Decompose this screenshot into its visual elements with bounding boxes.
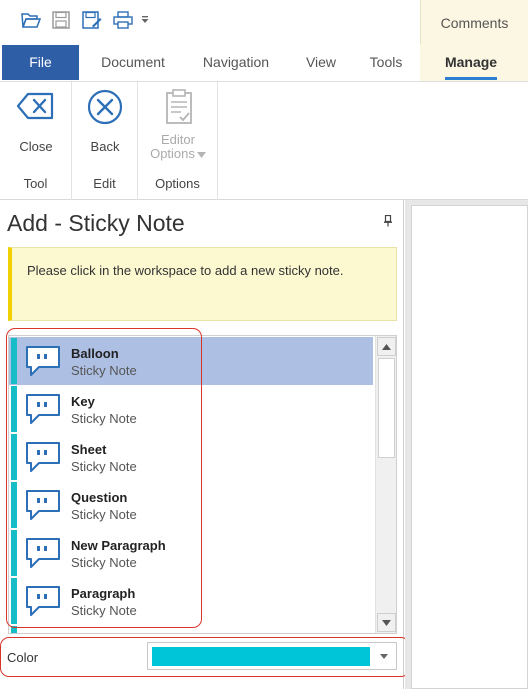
close-button[interactable]: Close [6, 88, 66, 154]
chevron-down-icon [382, 619, 391, 626]
editor-options-label-line1: Editor [161, 132, 195, 147]
close-tool-icon [16, 92, 54, 120]
highlight-list [6, 328, 202, 628]
pane-title: Add - Sticky Note [7, 210, 185, 236]
info-message: Please click in the workspace to add a n… [8, 247, 397, 321]
close-button-label: Close [19, 139, 53, 154]
ribbon-tabs: File Document Navigation View Tools Mana… [0, 44, 528, 82]
editor-options-label-line2-text: Options [150, 146, 195, 161]
print-icon[interactable] [112, 9, 134, 31]
ribbon-group-tool: Close Tool [0, 82, 72, 200]
back-button[interactable]: Back [75, 88, 135, 154]
ribbon-group-edit: Back Edit [72, 82, 138, 200]
clipboard-icon [166, 89, 192, 124]
save-icon[interactable] [50, 9, 72, 31]
tab-document[interactable]: Document [90, 44, 176, 81]
ribbon-group-options-label: Options [155, 176, 200, 191]
ribbon-group-tool-label: Tool [23, 176, 48, 191]
comments-context-label: Comments [440, 15, 509, 31]
scroll-thumb[interactable] [378, 358, 395, 458]
workspace[interactable] [405, 200, 528, 689]
tab-tools[interactable]: Tools [362, 44, 410, 81]
open-folder-icon[interactable] [20, 9, 42, 31]
back-button-label: Back [90, 139, 120, 154]
editor-options-button[interactable]: Editor Options [142, 88, 214, 161]
info-message-text: Please click in the workspace to add a n… [27, 263, 344, 278]
document-page[interactable] [411, 205, 528, 689]
editor-options-label-line2: Options [142, 147, 214, 161]
chevron-down-icon [196, 151, 206, 158]
ribbon-group-options: Editor Options Options [138, 82, 218, 200]
active-tab-indicator [445, 77, 497, 80]
sticky-note-pane: Add - Sticky Note Please click in the wo… [0, 200, 410, 689]
chevron-up-icon [382, 343, 391, 350]
tab-file[interactable]: File [2, 45, 79, 80]
comments-context-header: Comments [420, 0, 528, 44]
scroll-down-button[interactable] [377, 613, 396, 632]
tab-manage[interactable]: Manage [420, 44, 522, 81]
scroll-up-button[interactable] [377, 337, 396, 356]
pin-icon[interactable] [383, 214, 393, 232]
ribbon: Close Tool Back Edit Editor Options Opti… [0, 82, 528, 200]
save-as-icon[interactable] [81, 9, 103, 31]
quick-access-toolbar [0, 0, 420, 44]
app-window: Comments File Document Navigation View T… [0, 0, 528, 689]
list-scrollbar[interactable] [375, 336, 396, 633]
highlight-color [0, 637, 410, 677]
customize-dropdown-icon[interactable] [138, 9, 152, 31]
ribbon-group-edit-label: Edit [93, 176, 116, 191]
tab-navigation[interactable]: Navigation [193, 44, 279, 81]
back-icon [87, 89, 123, 125]
tab-view[interactable]: View [297, 44, 345, 81]
